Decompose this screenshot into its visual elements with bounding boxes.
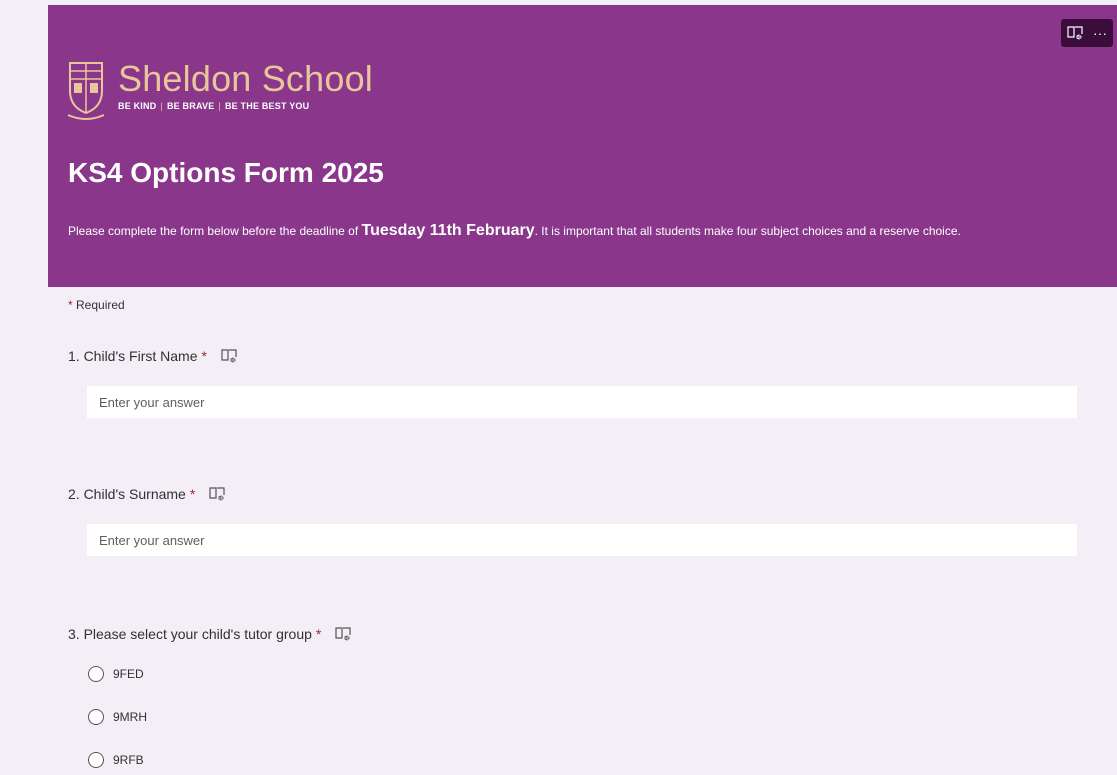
tutor-group-option[interactable]: 9FED (88, 666, 144, 682)
top-toolbar: ··· (1061, 19, 1113, 47)
immersive-reader-icon (1067, 26, 1083, 40)
deadline-text: Tuesday 11th February (361, 222, 535, 239)
school-tagline: BE KIND | BE BRAVE | BE THE BEST YOU (118, 101, 310, 111)
question-2-title: 2. Child's Surname * (68, 486, 225, 502)
tutor-group-option[interactable]: 9RFB (88, 752, 144, 768)
form-header: ··· Sheldon School BE KIND | BE BRAVE | BE T… (48, 5, 1117, 287)
school-crest-icon (67, 62, 105, 120)
radio-button[interactable] (88, 666, 104, 682)
form-page: ··· Sheldon School BE KIND | BE BRAVE | BE T… (0, 0, 1117, 775)
radio-button[interactable] (88, 709, 104, 725)
question-1-title: 1. Child's First Name * (68, 348, 237, 364)
child-surname-input[interactable]: Enter your answer (87, 524, 1077, 556)
radio-button[interactable] (88, 752, 104, 768)
more-options-button[interactable]: ··· (1093, 25, 1107, 41)
question-3-title: 3. Please select your child's tutor grou… (68, 626, 351, 642)
child-first-name-input[interactable]: Enter your answer (87, 386, 1077, 418)
immersive-reader-icon[interactable] (335, 627, 351, 641)
tutor-group-option[interactable]: 9MRH (88, 709, 147, 725)
immersive-reader-icon[interactable] (209, 487, 225, 501)
form-description: Please complete the form below before th… (68, 222, 961, 239)
immersive-reader-button[interactable] (1067, 26, 1083, 40)
immersive-reader-icon[interactable] (221, 349, 237, 363)
form-title: KS4 Options Form 2025 (68, 157, 384, 188)
required-note: * Required (68, 298, 125, 312)
school-logo: Sheldon School BE KIND | BE BRAVE | BE THE B… (66, 59, 373, 125)
school-name: Sheldon School (118, 58, 373, 99)
